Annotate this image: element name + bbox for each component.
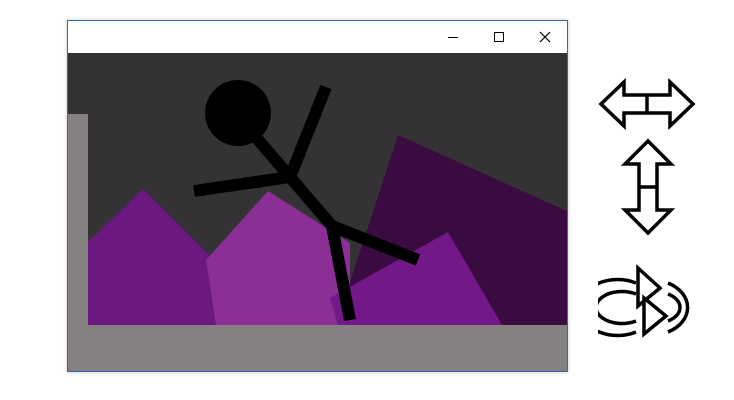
move-horizontal-icon — [598, 78, 696, 130]
screen — [0, 0, 734, 400]
game-scene — [68, 53, 567, 371]
rotate-button[interactable] — [598, 258, 706, 344]
game-canvas[interactable] — [68, 53, 567, 371]
title-bar[interactable] — [68, 21, 567, 53]
maximize-icon — [494, 32, 504, 42]
rotate-icon — [598, 264, 690, 338]
close-button[interactable] — [522, 21, 568, 53]
move-vertical-button[interactable] — [620, 138, 676, 236]
ground-floor — [68, 325, 567, 371]
app-window — [67, 20, 568, 372]
move-horizontal-button[interactable] — [598, 78, 696, 130]
minimize-button[interactable] — [430, 21, 476, 53]
close-icon — [539, 31, 551, 43]
maximize-button[interactable] — [476, 21, 522, 53]
move-vertical-icon — [620, 138, 676, 236]
minimize-icon — [448, 37, 458, 38]
